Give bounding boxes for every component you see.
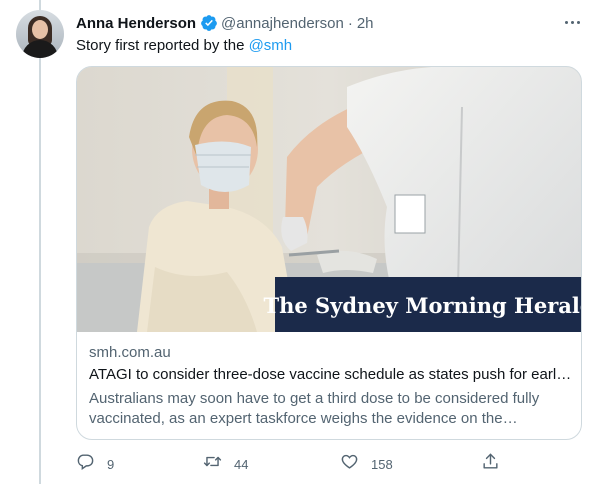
- author-name[interactable]: Anna Henderson: [76, 15, 196, 32]
- mention-link[interactable]: @smh: [249, 37, 293, 54]
- like-button[interactable]: 158: [340, 452, 393, 476]
- retweet-button[interactable]: 44: [203, 452, 248, 476]
- card-description: Australians may soon have to get a third…: [89, 390, 540, 427]
- card-title: ATAGI to consider three-dose vaccine sch…: [89, 366, 573, 383]
- card-image[interactable]: The Sydney Morning Herald: [77, 67, 582, 332]
- heart-icon: [340, 452, 359, 476]
- share-button[interactable]: [481, 452, 500, 476]
- card-image-caption: The Sydney Morning Herald: [263, 293, 582, 318]
- author-handle[interactable]: @annajhenderson: [221, 15, 344, 32]
- tweet-actions: 9 44 158: [76, 452, 516, 476]
- like-count: 158: [371, 456, 393, 472]
- verified-badge-icon: [200, 14, 218, 32]
- tweet-header: Anna Henderson @annajhenderson · 2h: [76, 13, 374, 33]
- card-domain: smh.com.au: [89, 344, 171, 361]
- tweet-timestamp[interactable]: 2h: [357, 15, 374, 32]
- share-icon: [481, 452, 500, 476]
- thread-connector-line: [39, 0, 41, 484]
- retweet-count: 44: [234, 456, 249, 472]
- separator-dot: ·: [347, 14, 353, 32]
- link-preview-card[interactable]: The Sydney Morning Herald smh.com.au ATA…: [76, 66, 582, 440]
- reply-button[interactable]: 9: [76, 452, 114, 476]
- reply-icon: [76, 452, 95, 476]
- avatar[interactable]: [16, 10, 64, 58]
- more-options-icon[interactable]: [557, 14, 587, 30]
- tweet-text-body: Story first reported by the: [76, 37, 245, 54]
- retweet-icon: [203, 452, 222, 476]
- tweet-text: Story first reported by the @smh: [76, 36, 292, 56]
- reply-count: 9: [107, 456, 115, 472]
